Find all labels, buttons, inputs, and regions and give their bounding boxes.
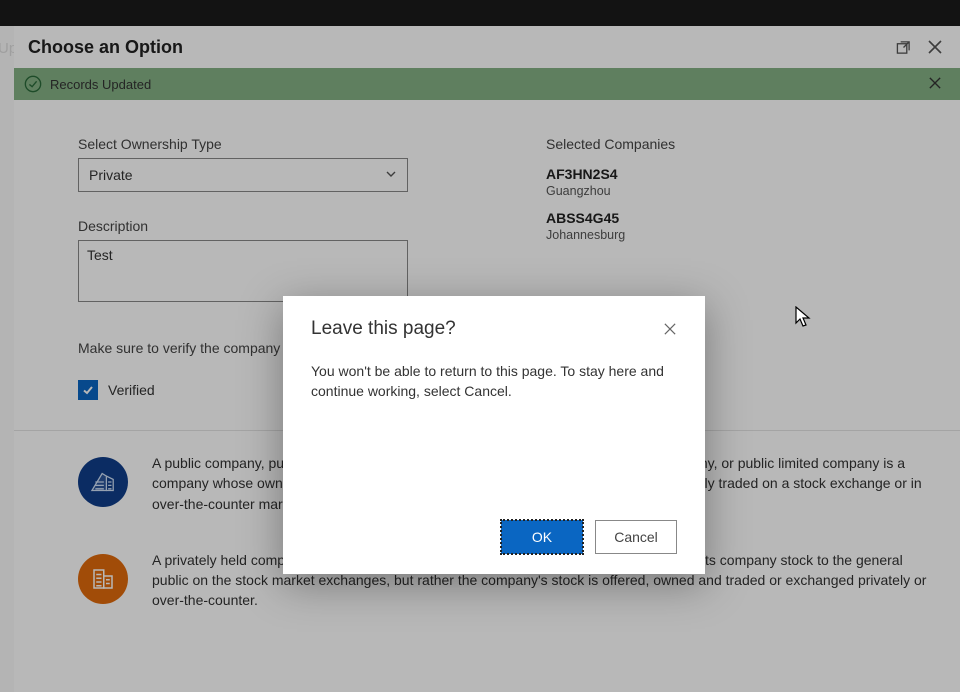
- ok-button[interactable]: OK: [501, 520, 583, 554]
- dialog-close-icon[interactable]: [663, 322, 677, 336]
- cancel-label: Cancel: [614, 529, 658, 545]
- dialog-title: Leave this page?: [311, 318, 663, 340]
- cancel-button[interactable]: Cancel: [595, 520, 677, 554]
- ok-label: OK: [532, 529, 552, 545]
- leave-page-dialog: Leave this page? You won't be able to re…: [283, 296, 705, 574]
- dialog-header: Leave this page?: [311, 318, 677, 340]
- dialog-footer: OK Cancel: [311, 520, 677, 554]
- dialog-body: You won't be able to return to this page…: [311, 362, 677, 520]
